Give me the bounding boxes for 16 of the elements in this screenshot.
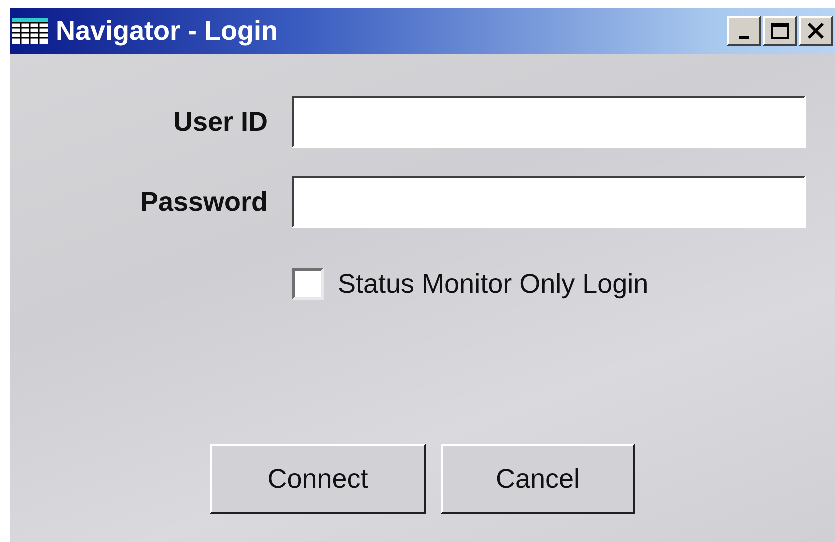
window-title: Navigator - Login: [56, 16, 279, 46]
minimize-button[interactable]: [727, 16, 761, 46]
spreadsheet-icon: [12, 18, 48, 44]
checkbox-label: Status Monitor Only Login: [338, 268, 649, 300]
close-icon: [807, 22, 825, 40]
field-label: Password: [139, 186, 268, 218]
password-field[interactable]: [292, 176, 806, 228]
close-button[interactable]: [799, 16, 833, 46]
minimize-icon: [739, 36, 749, 38]
checkbox[interactable]: [292, 268, 324, 300]
field-label: User ID: [172, 106, 268, 138]
cancel-button[interactable]: Cancel: [441, 444, 635, 514]
user-id-field[interactable]: [292, 96, 806, 148]
connect-button[interactable]: Connect: [210, 444, 426, 514]
maximize-button[interactable]: [763, 16, 797, 46]
maximize-icon: [770, 22, 790, 40]
